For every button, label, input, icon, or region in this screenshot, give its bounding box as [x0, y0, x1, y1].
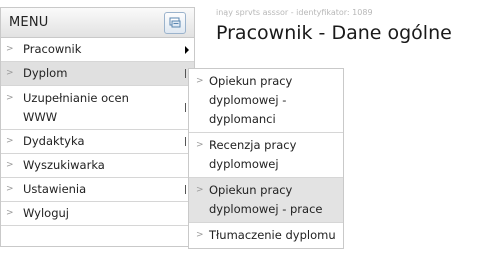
chevron-right-icon: > [196, 76, 204, 86]
chevron-right-icon: > [196, 185, 204, 195]
page-title: Pracownik - Dane ogólne [216, 22, 452, 44]
submenu-arrow-icon [185, 185, 186, 194]
submenu-item-tlumaczenie[interactable]: > Tłumaczenie dyplomu [189, 223, 343, 248]
chevron-right-icon: > [6, 93, 14, 103]
menu-header: MENU [1, 8, 194, 38]
submenu-item-label: Opiekun pracy dyplomowej - dyplomanci [209, 74, 293, 126]
menu-collapse-icon[interactable] [164, 11, 186, 34]
menu-item-label: Uzupełnianie ocen WWW [23, 91, 129, 124]
menu-item-label: Wyszukiwarka [23, 158, 105, 172]
submenu-item-label: Recenzja pracy dyplomowej [209, 138, 297, 171]
chevron-right-icon: > [196, 140, 204, 150]
chevron-right-icon: > [6, 184, 14, 194]
menu-item-dydaktyka[interactable]: > Dydaktyka [1, 130, 194, 154]
submenu-dyplom: > Opiekun pracy dyplomowej - dyplomanci … [188, 68, 344, 249]
submenu-item-recenzja[interactable]: > Recenzja pracy dyplomowej [189, 133, 343, 178]
chevron-right-icon: > [196, 230, 204, 240]
menu-item-pracownik[interactable]: > Pracownik [1, 38, 194, 62]
side-menu: MENU > Pracownik > Dyplom > Uzupełnianie… [0, 7, 195, 247]
submenu-arrow-icon [185, 69, 186, 78]
submenu-item-opiekun-prace[interactable]: > Opiekun pracy dyplomowej - prace [189, 178, 343, 223]
chevron-right-icon: > [6, 208, 14, 218]
submenu-arrow-icon [185, 46, 189, 54]
menu-item-ustawienia[interactable]: > Ustawienia [1, 178, 194, 202]
chevron-right-icon: > [6, 44, 14, 54]
menu-item-uzupelnianie-ocen[interactable]: > Uzupełnianie ocen WWW [1, 86, 194, 130]
submenu-item-opiekun-dyplomanci[interactable]: > Opiekun pracy dyplomowej - dyplomanci [189, 69, 343, 133]
menu-item-wyszukiwarka[interactable]: > Wyszukiwarka [1, 154, 194, 178]
menu-item-dyplom[interactable]: > Dyplom [1, 62, 194, 86]
menu-item-label: Dyplom [23, 66, 68, 80]
menu-title: MENU [9, 15, 49, 30]
submenu-arrow-icon [185, 103, 186, 112]
menu-item-wyloguj[interactable]: > Wyloguj [1, 202, 194, 226]
chevron-right-icon: > [6, 68, 14, 78]
menu-item-label: Wyloguj [23, 206, 69, 220]
chevron-right-icon: > [6, 160, 14, 170]
menu-item-label: Dydaktyka [23, 134, 85, 148]
menu-item-label: Pracownik [23, 42, 82, 56]
chevron-right-icon: > [6, 136, 14, 146]
menu-item-label: Ustawienia [23, 182, 87, 196]
submenu-arrow-icon [185, 137, 186, 146]
breadcrumb: inąy sprvts asssor - identyfikator: 1089 [216, 8, 373, 17]
submenu-item-label: Tłumaczenie dyplomu [209, 228, 336, 242]
submenu-item-label: Opiekun pracy dyplomowej - prace [209, 183, 323, 216]
